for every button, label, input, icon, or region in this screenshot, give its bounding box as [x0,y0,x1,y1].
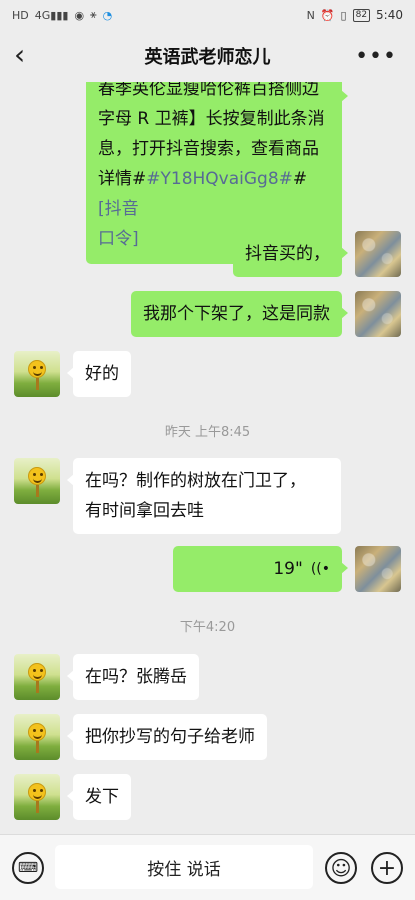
link-douyin[interactable]: [抖音 [98,199,139,219]
my-avatar[interactable] [355,546,401,592]
message-timestamp: 下午4:20 [179,620,236,635]
keyboard-icon[interactable]: ⌨ [12,852,44,884]
contact-avatar[interactable] [14,774,60,820]
signal-icon: 4G▮▮▮ [34,8,69,22]
status-bar: HD 4G▮▮▮ ◉ ⚹ ◔ N ⏰ ▯ 82 5:40 [0,0,415,30]
hd-icon: HD [12,8,29,22]
message-bubble[interactable]: 在吗？张腾岳 [67,654,199,700]
message-line: 有时间拿回去哇 [85,501,204,521]
more-options-icon[interactable]: ••• [355,44,397,69]
alarm-icon: ⏰ [320,8,335,22]
contact-avatar[interactable] [14,458,60,504]
sync-icon: ⚹ [90,8,97,21]
vibrate-icon: ▯ [340,8,347,22]
plus-icon[interactable]: + [371,852,403,884]
message-line: 详情##Y18HQvaiGg8##[抖音 [98,169,308,219]
hold-to-talk-button[interactable]: 按住 说话 [55,845,313,889]
battery-indicator: 82 [352,8,371,22]
eye-icon: ◉ [74,8,85,22]
emoji-icon[interactable]: ☺ [325,852,357,884]
message-line: 在吗？制作的树放在门卫了， [85,471,306,491]
chat-area[interactable]: 春季英伦显瘦哈伦裤百搭侧边 字母 R 卫裤】长按复制此条消 息，打开抖音搜索，查… [0,82,415,834]
message-bubble[interactable]: 在吗？制作的树放在门卫了， 有时间拿回去哇 [67,458,341,534]
chat-title: 英语武老师恋儿 [144,47,271,68]
message-bubble[interactable]: 抖音买的， [233,231,348,277]
message-line: 字母 R 卫裤】长按复制此条消 [98,109,325,129]
my-avatar[interactable] [355,291,401,337]
contact-avatar[interactable] [14,714,60,760]
message-line: 春季英伦显瘦哈伦裤百搭侧边 [98,82,319,99]
contact-avatar[interactable] [14,351,60,397]
nfc-icon: N [306,8,315,22]
chat-header: ‹ 英语武老师恋儿 ••• [0,30,415,82]
status-right: N ⏰ ▯ 82 5:40 [307,8,403,22]
contact-avatar[interactable] [14,654,60,700]
clock: 5:40 [376,8,403,22]
message-bubble[interactable]: 我那个下架了，这是同款 [131,291,348,337]
voice-message[interactable]: 19" ((• [173,546,348,592]
input-toolbar: ⌨ 按住 说话 ☺ + [0,834,415,900]
message-bubble[interactable]: 发下 [67,774,131,820]
link-code[interactable]: #Y18HQvaiGg8# [146,169,293,189]
message-bubble[interactable]: 把你抄写的句子给老师 [67,714,267,760]
voice-duration: 19" [273,559,303,579]
loop-icon: ◔ [102,8,113,22]
message-line: 息，打开抖音搜索，查看商品 [98,139,319,159]
link-douyin-cont[interactable]: 口令] [98,229,139,249]
back-icon[interactable]: ‹ [14,41,38,70]
message-bubble[interactable]: 好的 [67,351,131,397]
status-left: HD 4G▮▮▮ ◉ ⚹ ◔ [12,8,112,22]
voice-wave-icon: ((• [310,561,330,577]
my-avatar[interactable] [355,231,401,277]
message-timestamp: 昨天 上午8:45 [164,425,251,440]
